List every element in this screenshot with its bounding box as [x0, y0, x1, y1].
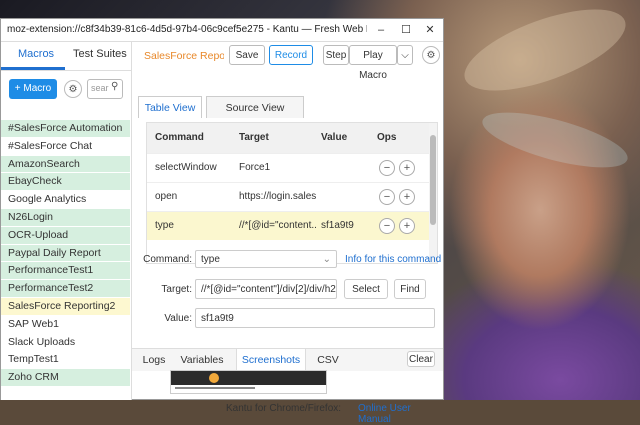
add-macro-button[interactable]: + Macro — [9, 79, 57, 99]
row-target: Force1 — [239, 162, 271, 173]
sidebar-tabs: Macros Test Suites — [1, 42, 131, 71]
command-table: Command Target Value Ops selectWindow Fo… — [146, 122, 438, 264]
select-button[interactable]: Select — [344, 279, 388, 299]
macro-list-item[interactable]: AmazonSearch — [1, 155, 130, 174]
table-row-selected[interactable]: type //*[@id="content... sf1a9t9 − + — [147, 211, 437, 240]
screenshot-thumbnail[interactable] — [170, 370, 327, 394]
gear-icon[interactable]: ⚙ — [422, 46, 440, 64]
active-tab-indicator — [1, 67, 65, 70]
tab-source-view[interactable]: Source View (JSON) — [206, 96, 304, 136]
save-button[interactable]: Save — [229, 45, 265, 65]
toolbar: SalesForce Reporti... Save Record Step P… — [132, 42, 443, 81]
footer: Kantu for Chrome/Firefox: Online User Ma… — [1, 400, 445, 425]
user-manual-link[interactable]: Online User Manual — [358, 403, 445, 425]
scrollbar-thumb[interactable] — [430, 135, 436, 225]
header-value: Value — [321, 132, 348, 143]
tab-variables[interactable]: Variables — [174, 349, 230, 371]
maximize-icon[interactable]: ☐ — [398, 22, 414, 38]
macro-list-item[interactable]: Slack Uploads — [1, 333, 130, 352]
row-command: selectWindow — [155, 162, 217, 173]
remove-row-icon[interactable]: − — [379, 160, 395, 176]
close-icon[interactable]: ✕ — [422, 22, 438, 38]
macro-list-item[interactable]: N26Login — [1, 208, 130, 227]
sidebar: Macros Test Suites + Macro ⚙ sear ⚲ #Sal… — [1, 42, 132, 400]
play-options-dropdown[interactable]: ⌵ — [397, 45, 413, 65]
record-button[interactable]: Record — [269, 45, 313, 65]
tab-screenshots[interactable]: Screenshots — [236, 349, 306, 371]
command-label: Command: — [143, 254, 192, 265]
header-target: Target — [239, 132, 269, 143]
background-glasses-shape — [477, 101, 633, 179]
minimize-icon[interactable]: – — [373, 22, 389, 38]
macro-list-item[interactable]: SAP Web1 — [1, 315, 130, 334]
settings-gear-icon[interactable]: ⚙ — [64, 80, 82, 98]
bottom-tabs: Logs Variables Screenshots CSV Clear — [132, 348, 443, 371]
main-panel: SalesForce Reporti... Save Record Step P… — [132, 42, 443, 400]
macro-list-item[interactable]: Zoho CRM — [1, 369, 130, 387]
macro-title: SalesForce Reporti... — [144, 50, 224, 62]
macro-list-item[interactable]: SalesForce Reporting2 — [1, 297, 130, 316]
macro-list-item[interactable]: TempTest1 — [1, 351, 130, 370]
add-row-icon[interactable]: + — [399, 218, 415, 234]
app-window: moz-extension://c8f34b39-81c6-4d5d-97b4-… — [0, 18, 444, 425]
row-target: https://login.sales... — [239, 191, 317, 202]
macro-list-item[interactable]: OCR-Upload — [1, 226, 130, 245]
macro-list: #SalesForce Automation #SalesForce Chat Am… — [1, 120, 130, 387]
macro-list-item[interactable]: Paypal Daily Report — [1, 244, 130, 263]
thumbnail-logo-icon — [209, 373, 219, 383]
row-command: type — [155, 220, 174, 231]
header-command: Command — [155, 132, 204, 143]
clear-button[interactable]: Clear — [407, 351, 435, 367]
remove-row-icon[interactable]: − — [379, 218, 395, 234]
table-row[interactable]: selectWindow Force1 − + — [147, 153, 437, 182]
macro-list-item[interactable]: #SalesForce Chat — [1, 137, 130, 156]
table-scrollbar[interactable] — [429, 123, 437, 263]
add-row-icon[interactable]: + — [399, 160, 415, 176]
macro-list-item[interactable]: PerformanceTest1 — [1, 262, 130, 281]
table-header: Command Target Value Ops — [147, 123, 437, 153]
row-command: open — [155, 191, 178, 202]
thumbnail-text-line — [175, 387, 255, 389]
row-value: sf1a9t9 — [321, 220, 354, 231]
tab-csv[interactable]: CSV — [310, 349, 346, 371]
window-title: moz-extension://c8f34b39-81c6-4d5d-97b4-… — [7, 24, 367, 35]
add-row-icon[interactable]: + — [399, 189, 415, 205]
macro-list-item[interactable]: EbayCheck — [1, 173, 130, 192]
value-label: Value: — [164, 313, 192, 324]
footer-text: Kantu for Chrome/Firefox: — [226, 403, 342, 414]
remove-row-icon[interactable]: − — [379, 189, 395, 205]
macro-list-item[interactable]: PerformanceTest2 — [1, 280, 130, 298]
thumbnail-dark-band — [171, 371, 326, 385]
tab-table-view[interactable]: Table View — [138, 96, 202, 118]
tab-test-suites[interactable]: Test Suites — [73, 48, 127, 60]
step-button[interactable]: Step — [323, 45, 349, 65]
info-command-link[interactable]: Info for this command — [345, 254, 441, 265]
view-tabs: Table View Source View (JSON) — [138, 96, 438, 136]
macro-list-item[interactable]: Google Analytics — [1, 191, 130, 209]
target-field[interactable]: //*[@id="content"]/div[2]/div/h2[1] — [195, 279, 337, 299]
command-select[interactable]: type ⌄ — [195, 250, 337, 268]
table-row[interactable]: open https://login.sales... − + — [147, 182, 437, 211]
sidebar-tools: + Macro ⚙ sear ⚲ — [1, 71, 131, 105]
play-macro-button[interactable]: Play Macro — [349, 45, 397, 81]
value-field[interactable]: sf1a9t9 — [195, 308, 435, 328]
title-bar: moz-extension://c8f34b39-81c6-4d5d-97b4-… — [1, 19, 443, 42]
background-hair-shape — [454, 0, 636, 108]
find-button[interactable]: Find — [394, 279, 426, 299]
tab-macros[interactable]: Macros — [18, 48, 54, 60]
command-select-value: type — [201, 254, 220, 265]
chevron-down-icon: ⌄ — [322, 254, 331, 265]
search-placeholder: sear — [91, 83, 109, 93]
header-ops: Ops — [377, 132, 397, 143]
search-icon[interactable]: ⚲ — [111, 81, 118, 92]
macro-list-item[interactable]: #SalesForce Automation — [1, 120, 130, 138]
target-label: Target: — [161, 284, 192, 295]
row-target: //*[@id="content... — [239, 220, 317, 231]
tab-logs[interactable]: Logs — [138, 349, 170, 371]
